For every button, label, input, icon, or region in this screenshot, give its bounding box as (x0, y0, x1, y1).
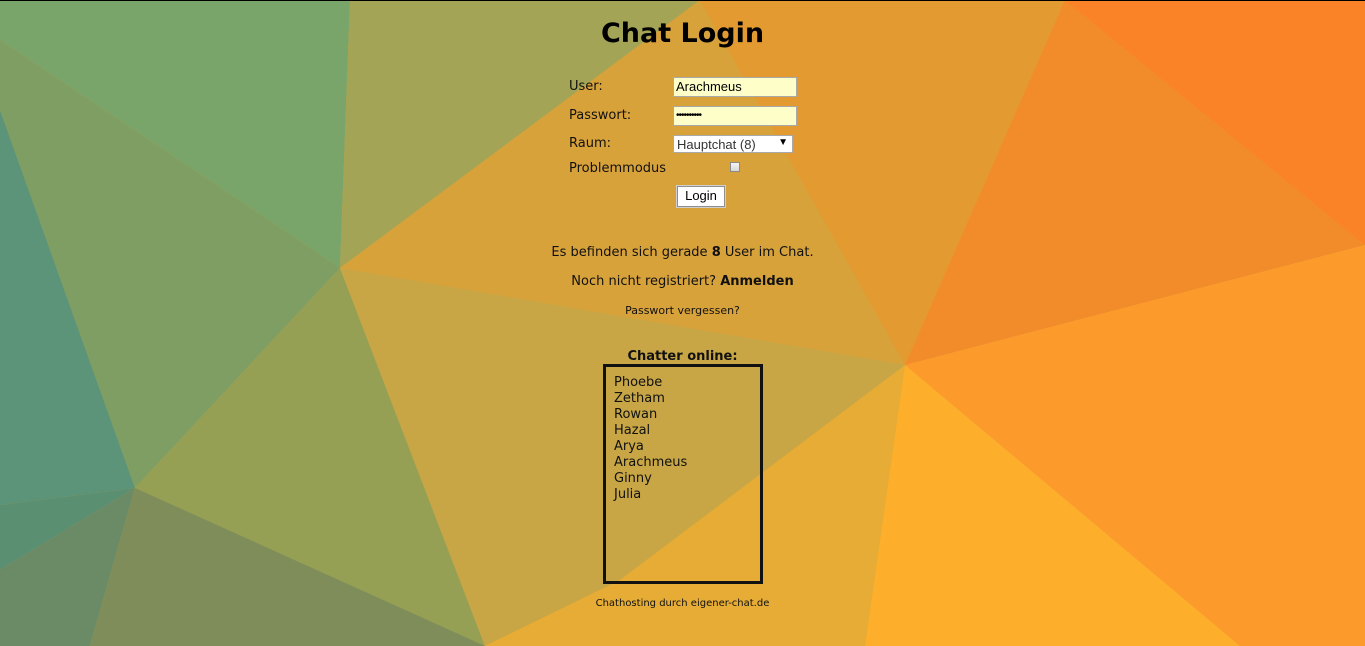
online-user[interactable]: Arachmeus (614, 455, 760, 471)
online-users-list[interactable]: Phoebe Zetham Rowan Hazal Arya Arachmeus… (603, 364, 763, 584)
problem-mode-checkbox[interactable] (730, 162, 740, 172)
online-user[interactable]: Phoebe (614, 375, 760, 391)
register-link[interactable]: Anmelden (720, 274, 794, 289)
room-selected-value: Hauptchat (8) (677, 137, 756, 152)
users-online-text: Es befinden sich gerade 8 User im Chat. (551, 245, 814, 260)
login-button[interactable]: Login (676, 185, 726, 208)
user-input[interactable]: Arachmeus (673, 77, 797, 97)
online-user[interactable]: Hazal (614, 423, 760, 439)
password-input[interactable]: •••••••••• (673, 106, 797, 126)
forgot-password-link[interactable]: Passwort vergessen? (625, 304, 740, 317)
page-title: Chat Login (600, 18, 765, 49)
online-heading: Chatter online: (627, 349, 738, 364)
room-label: Raum: (569, 136, 611, 151)
online-user[interactable]: Arya (614, 439, 760, 455)
login-page: Chat Login User: Arachmeus Passwort: •••… (0, 0, 1365, 646)
user-label: User: (569, 79, 603, 94)
online-user[interactable]: Julia (614, 487, 760, 503)
register-line: Noch nicht registriert? Anmelden (0, 274, 1365, 289)
password-label: Passwort: (569, 108, 632, 123)
top-border (0, 0, 1365, 1)
online-user[interactable]: Rowan (614, 407, 760, 423)
problem-mode-label: Problemmodus (569, 161, 667, 176)
dropdown-arrow-icon: ▼ (778, 137, 788, 148)
online-user[interactable]: Zetham (614, 391, 760, 407)
room-select[interactable]: Hauptchat (8) ▼ (673, 135, 793, 153)
hosting-footer[interactable]: Chathosting durch eigener-chat.de (0, 598, 1365, 609)
users-count: 8 (711, 245, 721, 260)
register-prompt: Noch nicht registriert? (571, 274, 717, 289)
online-user[interactable]: Ginny (614, 471, 760, 487)
